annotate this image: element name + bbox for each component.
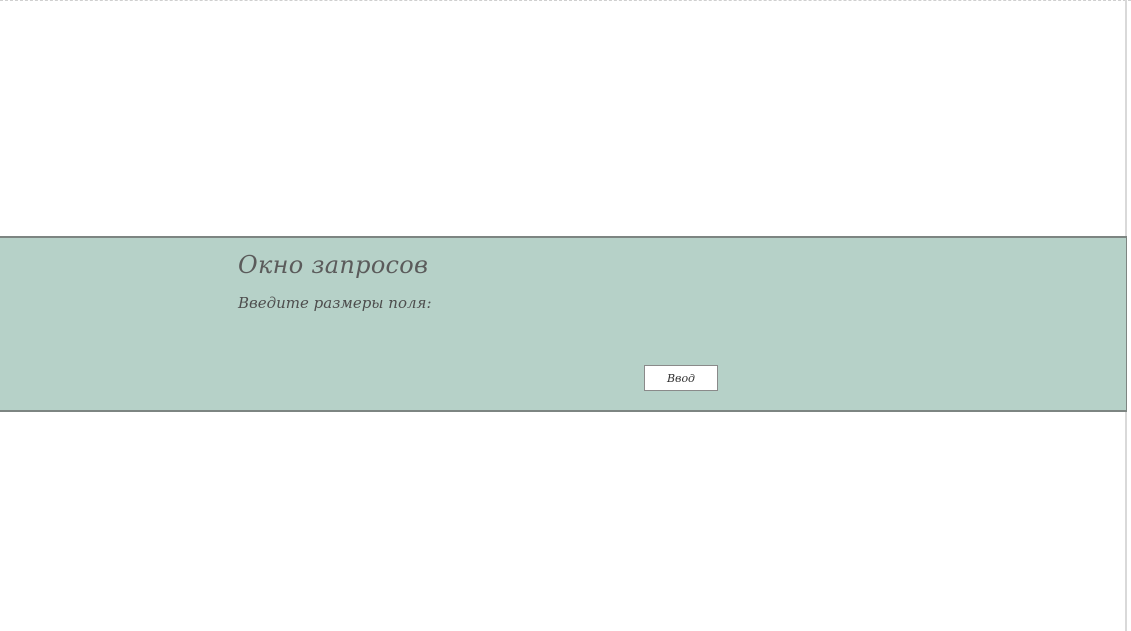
dialog-title: Окно запросов	[238, 251, 429, 279]
field-size-prompt: Введите размеры поля:	[238, 294, 432, 312]
query-dialog: Окно запросов Введите размеры поля: Ввод	[0, 236, 1127, 412]
submit-button[interactable]: Ввод	[644, 365, 718, 391]
canvas-page: Окно запросов Введите размеры поля: Ввод	[0, 0, 1131, 631]
top-divider	[0, 0, 1131, 1]
